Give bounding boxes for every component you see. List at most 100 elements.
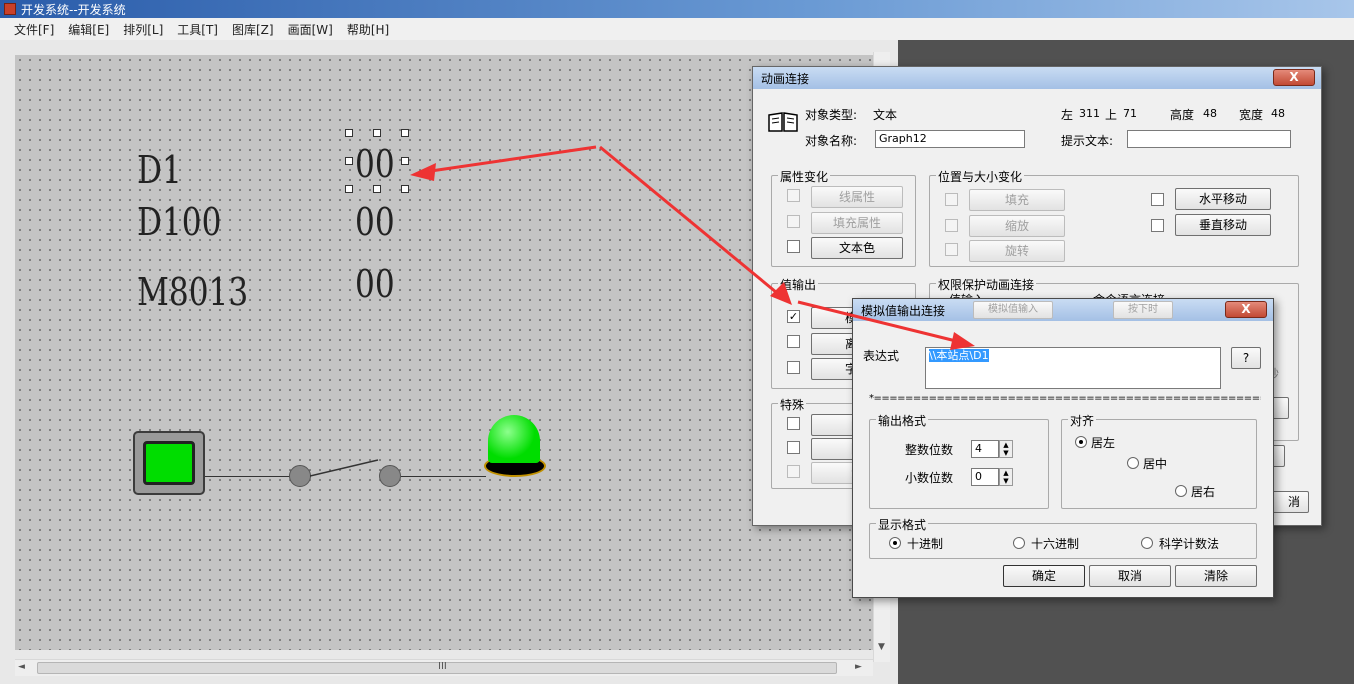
selection-handle[interactable] xyxy=(373,129,381,137)
align-left-label: 居左 xyxy=(1091,436,1116,450)
scale-checkbox[interactable] xyxy=(945,219,958,232)
blink-checkbox[interactable] xyxy=(787,417,800,430)
menu-screen[interactable]: 画面[W] xyxy=(288,21,333,38)
horizontal-move-button[interactable]: 水平移动 xyxy=(1175,188,1271,210)
scroll-thumb[interactable]: III xyxy=(37,661,837,674)
book-icon xyxy=(768,112,798,132)
selection-handle[interactable] xyxy=(345,157,353,165)
fill-checkbox[interactable] xyxy=(945,193,958,206)
expression-help-button[interactable]: ? xyxy=(1231,347,1261,369)
fill-button[interactable]: 填充 xyxy=(969,189,1065,211)
align-right-radio[interactable] xyxy=(1175,485,1187,497)
scroll-left-icon[interactable]: ◄ xyxy=(18,662,25,672)
expression-label: 表达式 xyxy=(863,349,900,363)
analog-output-checkbox[interactable]: ✓ xyxy=(787,310,800,323)
dialog-title: 模拟值输出连接 xyxy=(861,303,946,318)
selection-handle[interactable] xyxy=(345,129,353,137)
wire xyxy=(205,476,290,477)
selection-handle[interactable] xyxy=(345,185,353,193)
ok-button[interactable]: 确定 xyxy=(1003,565,1085,587)
fill-attr-button[interactable]: 填充属性 xyxy=(811,212,903,234)
line-attr-checkbox[interactable] xyxy=(787,189,800,202)
integer-digits-field[interactable]: 4 xyxy=(971,440,999,458)
line-attr-button[interactable]: 线属性 xyxy=(811,186,903,208)
rotate-checkbox[interactable] xyxy=(945,243,958,256)
hex-label: 十六进制 xyxy=(1031,537,1080,551)
dialog-title: 动画连接 xyxy=(761,71,810,86)
menu-arrange[interactable]: 排列[L] xyxy=(123,21,163,38)
decimal-digits-label: 小数位数 xyxy=(905,471,954,485)
hint-text-field[interactable] xyxy=(1127,130,1291,148)
object-name-label: 对象名称: xyxy=(805,134,858,148)
scroll-down-icon[interactable]: ▼ xyxy=(878,642,885,652)
scroll-right-icon[interactable]: ► xyxy=(855,662,862,672)
discrete-output-checkbox[interactable] xyxy=(787,335,800,348)
left-label: 左 xyxy=(1061,108,1074,122)
rotate-button[interactable]: 旋转 xyxy=(969,240,1065,262)
scroll-grip: III xyxy=(438,661,447,672)
vertical-move-button[interactable]: 垂直移动 xyxy=(1175,214,1271,236)
indicator-lamp[interactable] xyxy=(488,415,540,463)
hex-radio[interactable] xyxy=(1013,537,1025,549)
switch-contact[interactable] xyxy=(289,465,311,487)
output-format-group: 输出格式 xyxy=(869,412,1049,509)
integer-digits-spinner[interactable]: ▲ ▼ xyxy=(999,440,1013,458)
separator-line: *=======================================… xyxy=(869,393,1261,404)
text-label-d1[interactable]: D1 xyxy=(137,148,182,192)
horizontal-move-checkbox[interactable] xyxy=(1151,193,1164,206)
align-left-radio[interactable] xyxy=(1075,436,1087,448)
analog-output-dialog: 模拟值输出连接 模拟值输入 按下时 X 表达式 \\本站点\D1 ? *====… xyxy=(852,298,1274,598)
window-titlebar: 开发系统--开发系统 xyxy=(0,0,1354,18)
scale-button[interactable]: 缩放 xyxy=(969,215,1065,237)
decimal-digits-spinner[interactable]: ▲ ▼ xyxy=(999,468,1013,486)
selection-handle[interactable] xyxy=(401,129,409,137)
hide-checkbox[interactable] xyxy=(787,441,800,454)
decimal-digits-field[interactable]: 0 xyxy=(971,468,999,486)
scientific-label: 科学计数法 xyxy=(1159,537,1220,551)
drawing-canvas[interactable] xyxy=(15,55,873,650)
clear-button[interactable]: 清除 xyxy=(1175,565,1257,587)
text-value-m8013[interactable]: 00 xyxy=(355,262,395,306)
text-color-button[interactable]: 文本色 xyxy=(811,237,903,259)
menu-tools[interactable]: 工具[T] xyxy=(177,21,218,38)
text-value-d100[interactable]: 00 xyxy=(355,200,395,244)
height-value: 48 xyxy=(1203,107,1217,120)
decimal-radio[interactable] xyxy=(889,537,901,549)
menu-help[interactable]: 帮助[H] xyxy=(347,21,389,38)
ghost-value-input-button: 模拟值输入 xyxy=(973,301,1053,319)
object-type-label: 对象类型: xyxy=(805,108,858,122)
text-value-d1[interactable]: 00 xyxy=(355,142,395,186)
top-value: 71 xyxy=(1123,107,1137,120)
object-type-value: 文本 xyxy=(873,108,898,122)
push-button-graphic[interactable] xyxy=(133,431,205,495)
left-value: 311 xyxy=(1079,107,1100,120)
menu-edit[interactable]: 编辑[E] xyxy=(68,21,109,38)
string-output-checkbox[interactable] xyxy=(787,361,800,374)
selection-handle[interactable] xyxy=(373,185,381,193)
align-center-radio[interactable] xyxy=(1127,457,1139,469)
flow-checkbox[interactable] xyxy=(787,465,800,478)
selection-handle[interactable] xyxy=(401,157,409,165)
switch-blade xyxy=(310,459,379,477)
push-button-face xyxy=(143,441,195,485)
scientific-radio[interactable] xyxy=(1141,537,1153,549)
horizontal-scrollbar[interactable]: ◄ III ► xyxy=(15,659,873,676)
expression-field[interactable]: \\本站点\D1 xyxy=(925,347,1221,389)
object-name-field[interactable]: Graph12 xyxy=(875,130,1025,148)
close-button[interactable]: X xyxy=(1273,69,1315,86)
width-value: 48 xyxy=(1271,107,1285,120)
selection-handle[interactable] xyxy=(401,185,409,193)
integer-digits-label: 整数位数 xyxy=(905,443,954,457)
fill-attr-checkbox[interactable] xyxy=(787,215,800,228)
menu-gallery[interactable]: 图库[Z] xyxy=(232,21,274,38)
switch-contact[interactable] xyxy=(379,465,401,487)
text-label-d100[interactable]: D100 xyxy=(137,200,221,244)
text-color-checkbox[interactable] xyxy=(787,240,800,253)
vertical-move-checkbox[interactable] xyxy=(1151,219,1164,232)
text-label-m8013[interactable]: M8013 xyxy=(137,270,248,314)
cancel-button[interactable]: 取消 xyxy=(1089,565,1171,587)
align-right-label: 居右 xyxy=(1191,485,1216,499)
menu-file[interactable]: 文件[F] xyxy=(14,21,54,38)
width-label: 宽度 xyxy=(1239,108,1264,122)
close-button[interactable]: X xyxy=(1225,301,1267,318)
